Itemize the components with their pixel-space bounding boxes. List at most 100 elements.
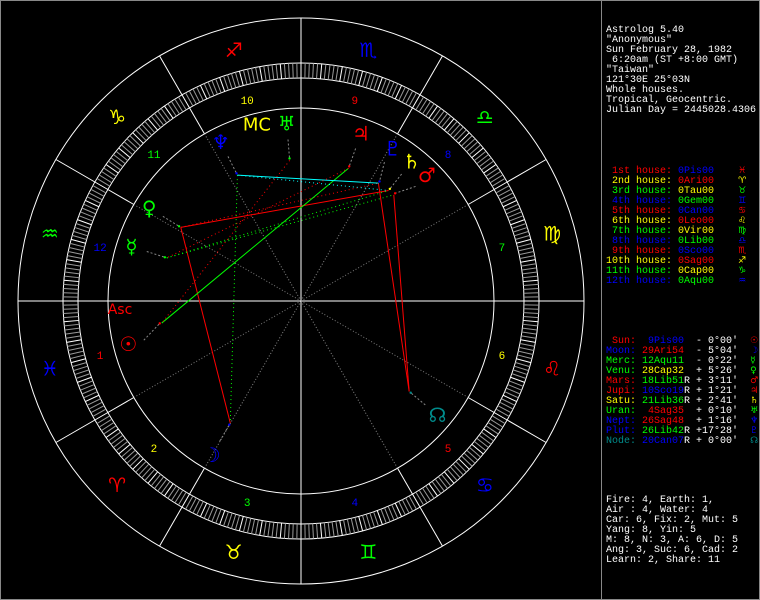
- aspect-line-square: [180, 227, 231, 424]
- degree-tick: [238, 70, 244, 86]
- degree-tick: [468, 144, 481, 156]
- planet-point: [409, 391, 412, 394]
- degree-tick: [446, 468, 458, 481]
- degree-tick: [452, 463, 464, 476]
- degree-tick: [471, 147, 484, 159]
- planet-row: Node: 20Can07R + 0°00' ☊: [606, 436, 759, 447]
- degree-tick: [96, 415, 111, 425]
- degree-tick: [65, 267, 81, 271]
- degree-tick: [481, 431, 494, 442]
- degree-tick: [350, 68, 356, 84]
- planet-point: [228, 423, 231, 426]
- house-row: 6th house: 0Leo00 ♌: [606, 216, 759, 227]
- degree-tick: [160, 481, 171, 494]
- degree-tick: [121, 144, 134, 156]
- degree-tick: [434, 110, 445, 124]
- degree-tick: [316, 63, 319, 79]
- degree-tick: [226, 512, 233, 528]
- planet-connector: [146, 251, 165, 258]
- house-cusp-line: [467, 189, 495, 205]
- planet-glyph-icon: ☊: [429, 403, 447, 427]
- degree-tick: [98, 418, 113, 428]
- degree-tick: [449, 466, 461, 479]
- house-row: 5th house: 0Can00 ♋: [606, 206, 759, 217]
- degree-tick: [346, 519, 351, 534]
- house-number: 12: [93, 243, 106, 255]
- aspect-line-sextile: [237, 174, 379, 184]
- planet-icon: ☿: [750, 356, 756, 366]
- degree-tick: [443, 118, 455, 131]
- planet-icon: ♀: [750, 366, 757, 376]
- degree-tick: [230, 73, 237, 88]
- zodiac-sign-icon: ♍: [543, 222, 561, 246]
- planet-point: [393, 192, 397, 195]
- aspect-line-square: [377, 183, 410, 392]
- degree-tick: [523, 279, 539, 283]
- sign-boundary: [159, 55, 183, 96]
- degree-tick: [267, 65, 271, 81]
- degree-tick: [339, 66, 343, 82]
- zodiac-sign-icon: ♑: [108, 105, 126, 129]
- degree-tick: [369, 512, 376, 528]
- house-cusp-line: [300, 300, 469, 398]
- degree-tick: [66, 339, 82, 343]
- degree-tick: [483, 428, 497, 438]
- degree-tick: [72, 361, 87, 368]
- degree-tick: [471, 443, 484, 455]
- house-row: 9th house: 0Sco00 ♏: [606, 246, 759, 257]
- degree-tick: [463, 452, 476, 464]
- degree-tick: [230, 514, 237, 529]
- degree-tick: [517, 242, 533, 248]
- degree-tick: [354, 69, 360, 85]
- degree-tick: [312, 63, 314, 79]
- degree-tick: [63, 319, 79, 323]
- planet-connector: [162, 215, 180, 227]
- degree-tick: [129, 135, 141, 147]
- house-cusp-line: [107, 189, 135, 205]
- planet-position: 20Can07: [636, 436, 685, 447]
- zodiac-sign-icon: ♌: [543, 356, 561, 380]
- degree-tick: [259, 520, 263, 536]
- degree-tick: [150, 473, 162, 487]
- degree-tick: [516, 358, 532, 364]
- house-row: 1st house: 0Pis00 ♓: [606, 166, 759, 177]
- house-number: 7: [499, 243, 506, 255]
- house-number: 4: [352, 498, 359, 510]
- degree-tick: [354, 517, 360, 533]
- degree-tick: [437, 113, 448, 126]
- degree-tick: [422, 101, 432, 115]
- degree-tick: [113, 154, 126, 165]
- degree-tick: [512, 226, 528, 233]
- degree-tick: [510, 219, 525, 226]
- degree-tick: [466, 141, 479, 153]
- planet-connector: [394, 185, 416, 194]
- degree-tick: [219, 77, 226, 92]
- house-number: 10: [241, 96, 254, 108]
- aspect-line-square: [180, 182, 379, 228]
- house-cusp-line: [189, 467, 205, 495]
- degree-tick: [164, 483, 174, 497]
- sign-boundary: [419, 55, 443, 96]
- degree-tick: [174, 98, 184, 113]
- degree-tick: [108, 431, 121, 442]
- sign-icon: ♊: [738, 196, 747, 206]
- planet-glyph-icon: ♇: [384, 136, 402, 160]
- degree-tick: [520, 259, 536, 263]
- chart-header: Astrolog 5.40 "Anonymous" Sun February 28,…: [606, 26, 759, 116]
- degree-tick: [251, 68, 256, 83]
- degree-tick: [487, 170, 501, 180]
- panel-divider: [601, 1, 602, 599]
- house-cusp-line: [397, 107, 413, 135]
- planet-connector: [287, 139, 291, 159]
- degree-tick: [177, 491, 187, 506]
- degree-tick: [69, 354, 85, 360]
- degree-tick: [522, 323, 538, 327]
- degree-tick: [361, 515, 368, 530]
- degree-tick: [422, 487, 432, 501]
- degree-tick: [144, 121, 156, 134]
- degree-tick: [476, 437, 489, 448]
- degree-tick: [251, 519, 256, 534]
- house-row: 10th house: 0Sag00 ♐: [606, 256, 759, 267]
- degree-tick: [346, 68, 351, 83]
- degree-tick: [485, 425, 499, 435]
